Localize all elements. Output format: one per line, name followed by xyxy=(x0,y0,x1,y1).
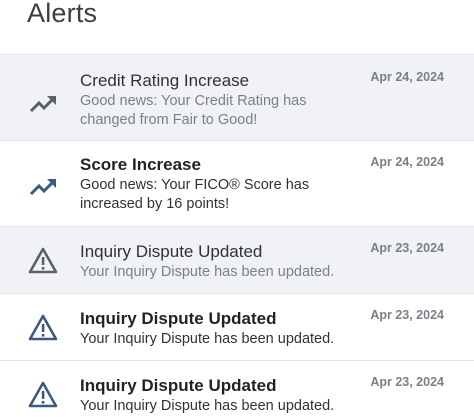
warning-icon xyxy=(28,313,58,343)
alert-date: Apr 23, 2024 xyxy=(370,241,444,255)
alert-item[interactable]: Score Increase Good news: Your FICO® Sco… xyxy=(0,141,474,227)
alert-title: Credit Rating Increase xyxy=(80,71,250,90)
alert-list: Credit Rating Increase Good news: Your C… xyxy=(0,55,474,417)
alert-title: Inquiry Dispute Updated xyxy=(80,309,277,328)
page-title: Alerts xyxy=(27,0,98,28)
alert-item[interactable]: Inquiry Dispute Updated Your Inquiry Dis… xyxy=(0,294,474,361)
alert-date: Apr 24, 2024 xyxy=(370,155,444,169)
alert-message: Good news: Your FICO® Score has increase… xyxy=(80,177,310,212)
trending-up-icon xyxy=(28,88,58,118)
alert-title: Inquiry Dispute Updated xyxy=(80,376,277,395)
alerts-screen: Alerts Credit Rating Increase Good news:… xyxy=(0,0,474,417)
alert-date: Apr 23, 2024 xyxy=(370,375,444,389)
alert-title: Score Increase xyxy=(80,155,201,174)
alert-item[interactable]: Credit Rating Increase Good news: Your C… xyxy=(0,55,474,141)
alert-message: Good news: Your Credit Rating has change… xyxy=(80,93,307,128)
header: Alerts xyxy=(0,0,474,55)
trending-up-icon xyxy=(28,171,58,201)
alert-date: Apr 23, 2024 xyxy=(370,308,444,322)
alert-item[interactable]: Inquiry Dispute Updated Your Inquiry Dis… xyxy=(0,227,474,294)
alert-title: Inquiry Dispute Updated xyxy=(80,242,263,261)
alert-item[interactable]: Inquiry Dispute Updated Your Inquiry Dis… xyxy=(0,361,474,417)
warning-icon xyxy=(28,246,58,276)
alert-message: Your Inquiry Dispute has been updated. xyxy=(80,398,335,414)
alert-message: Your Inquiry Dispute has been updated. xyxy=(80,264,335,280)
alert-date: Apr 24, 2024 xyxy=(370,70,444,84)
warning-icon xyxy=(28,380,58,410)
alert-message: Your Inquiry Dispute has been updated. xyxy=(80,331,335,347)
